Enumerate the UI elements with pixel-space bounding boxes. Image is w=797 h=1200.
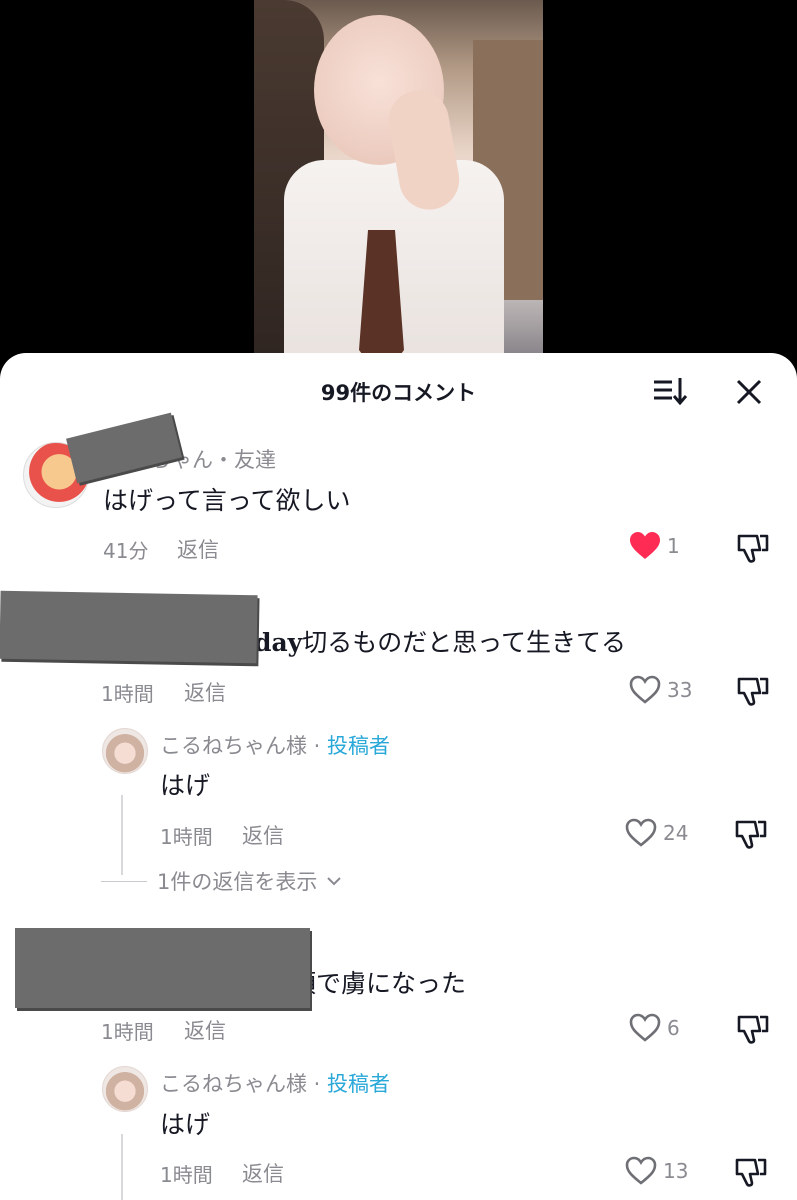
like-count: 6 (667, 1016, 680, 1040)
reply-time: 1時間 (160, 1163, 213, 1187)
video-thumbnail[interactable] (254, 0, 543, 380)
comment-text: はげって言って欲しい (103, 486, 351, 515)
comment-text: 頂で虜になった (291, 969, 467, 998)
comment-sheet: 99件のコメント ちゃん・友達 はげって言って欲しい 41分 返信 1 day切… (0, 353, 797, 1200)
comment-time: 41分 (103, 539, 149, 563)
thread-line (121, 1134, 123, 1200)
like-count: 13 (663, 1159, 689, 1183)
dislike-icon[interactable] (736, 675, 770, 707)
thread-line (121, 795, 123, 875)
view-replies-label: 1件の返信を表示 (157, 870, 318, 894)
like-count: 33 (667, 678, 693, 702)
heart-filled-icon (630, 532, 660, 559)
reply-username-text: こるねちゃん様 (160, 1072, 307, 1096)
reply-username[interactable]: こるねちゃん様 · 投稿者 (160, 1068, 390, 1098)
reply-button[interactable]: 返信 (242, 820, 284, 850)
redaction-box (0, 590, 258, 664)
divider (101, 880, 147, 882)
redaction-box (15, 928, 310, 1008)
comment-time: 1時間 (101, 1020, 154, 1044)
dislike-icon[interactable] (736, 532, 770, 564)
reply-text: はげ (160, 771, 211, 800)
author-avatar[interactable] (102, 1066, 148, 1112)
reply-button[interactable]: 返信 (177, 534, 219, 564)
heart-outline-icon (629, 1013, 661, 1042)
close-icon[interactable] (732, 375, 766, 409)
like-button[interactable]: 6 (629, 1013, 680, 1043)
like-button[interactable]: 13 (625, 1156, 688, 1186)
reply-button[interactable]: 返信 (184, 1015, 226, 1045)
reply-text: はげ (160, 1110, 211, 1139)
dislike-icon[interactable] (736, 1013, 770, 1045)
chevron-down-icon (327, 877, 342, 886)
like-button[interactable]: 33 (629, 675, 692, 705)
heart-outline-icon (625, 1156, 657, 1185)
comment-text-bold: day (254, 628, 303, 657)
like-button[interactable]: 24 (625, 818, 688, 848)
author-tag: 投稿者 (327, 1072, 391, 1096)
view-replies-button[interactable]: 1件の返信を表示 (101, 866, 342, 896)
reply-username[interactable]: こるねちゃん様 · 投稿者 (160, 730, 390, 760)
sort-icon[interactable] (652, 375, 688, 407)
heart-outline-icon (625, 818, 657, 847)
heart-outline-icon (629, 675, 661, 704)
reply-username-text: こるねちゃん様 (160, 734, 307, 758)
comment-time: 1時間 (101, 682, 154, 706)
like-button[interactable]: 1 (629, 531, 680, 561)
video-player[interactable] (0, 0, 797, 380)
dislike-icon[interactable] (734, 818, 768, 850)
comment-text-rest: 切るものだと思って生きてる (302, 628, 626, 657)
author-avatar[interactable] (102, 728, 148, 774)
like-count: 24 (663, 821, 689, 845)
author-tag: 投稿者 (327, 734, 391, 758)
separator: · (307, 734, 328, 758)
like-count: 1 (667, 534, 680, 558)
separator: · (307, 1072, 328, 1096)
dislike-icon[interactable] (734, 1156, 768, 1188)
reply-time: 1時間 (160, 825, 213, 849)
comment-text: day切るものだと思って生きてる (254, 623, 626, 659)
reply-button[interactable]: 返信 (242, 1158, 284, 1188)
reply-button[interactable]: 返信 (184, 677, 226, 707)
